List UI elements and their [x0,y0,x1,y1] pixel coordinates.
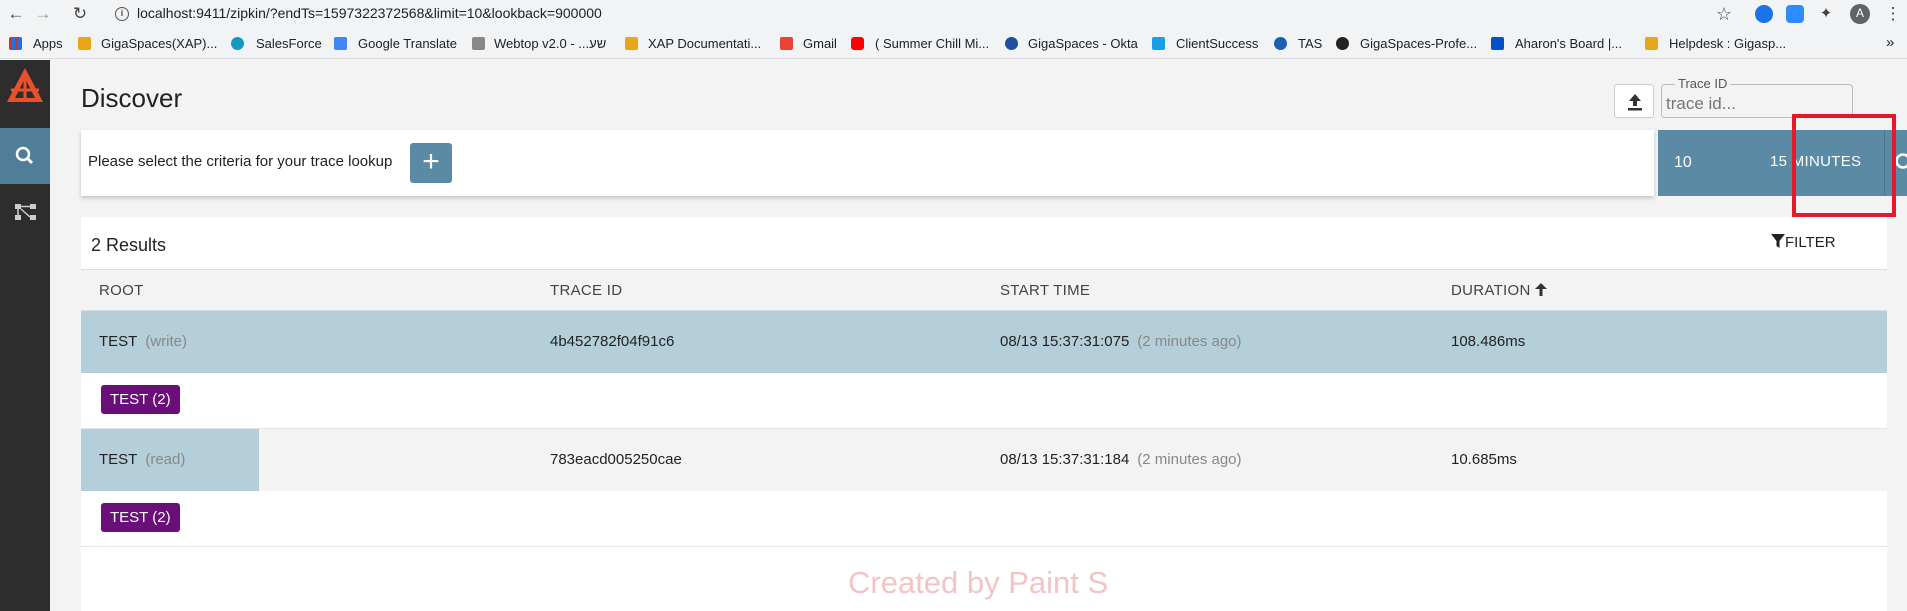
duration-cell: 10.685ms [1451,451,1517,468]
results-panel: 2 Results FILTER ROOT TRACE ID START TIM… [81,217,1887,611]
limit-value[interactable]: 10 [1674,154,1692,172]
forward-icon[interactable]: → [33,4,53,24]
zoom-extension-icon[interactable] [1786,5,1804,23]
info-icon[interactable]: i [115,7,129,21]
gigaspaces-icon [78,37,91,50]
filter-button[interactable]: FILTER [1771,234,1836,251]
webtop-icon [472,37,485,50]
back-icon[interactable]: ← [6,4,26,24]
github-icon [1336,37,1349,50]
bookmark-summer-chill[interactable]: ( Summer Chill Mi... [875,36,989,51]
search-icon [15,146,34,165]
trello-icon [1491,37,1504,50]
bookmark-webtop[interactable]: Webtop v2.0 - ...שע [494,36,606,51]
start-time-cell: 08/13 15:37:31:075 (2 minutes ago) [1000,333,1242,350]
xap-doc-icon [625,37,638,50]
bookmark-xap-documentation[interactable]: XAP Documentati... [648,36,761,51]
browser-toolbar: ← → ↻ i localhost:9411/zipkin/?endTs=159… [0,0,1907,28]
helpdesk-icon [1645,37,1658,50]
column-duration-label: DURATION [1451,282,1531,299]
start-time: 08/13 15:37:31:184 [1000,451,1130,468]
trace-id-label: Trace ID [1675,76,1731,91]
start-time: 08/13 15:37:31:075 [1000,333,1130,350]
star-icon[interactable]: ☆ [1714,4,1734,24]
criteria-bar[interactable]: Please select the criteria for your trac… [81,130,1654,196]
bookmark-tas[interactable]: TAS [1298,36,1322,51]
bookmark-aharons-board[interactable]: Aharon's Board |... [1515,36,1622,51]
root-cell: TEST (read) [99,451,185,468]
youtube-icon [851,37,864,50]
tas-icon [1274,37,1287,50]
bookmark-okta[interactable]: GigaSpaces - Okta [1028,36,1138,51]
service-badge[interactable]: TEST (2) [101,503,180,532]
add-criteria-button[interactable]: + [410,143,452,183]
column-start-time[interactable]: START TIME [1000,282,1090,299]
bookmark-salesforce[interactable]: SalesForce [256,36,322,51]
start-time-ago: (2 minutes ago) [1137,451,1242,468]
duration-cell: 108.486ms [1451,333,1526,350]
clientsuccess-icon [1152,37,1165,50]
reload-icon[interactable]: ↻ [70,4,90,24]
main-content: Discover Trace ID Please select the crit… [50,60,1907,611]
zipkin-logo[interactable] [0,60,50,116]
bookmarks-bar: Apps GigaSpaces(XAP)... SalesForce Googl… [0,28,1907,59]
start-time-cell: 08/13 15:37:31:184 (2 minutes ago) [1000,451,1242,468]
service-badge[interactable]: TEST (2) [101,385,180,414]
bookmark-gigaspaces-profe[interactable]: GigaSpaces-Profe... [1360,36,1477,51]
duration-bar [81,311,1887,373]
bookmark-gmail[interactable]: Gmail [803,36,837,51]
bookmarks-overflow-icon[interactable]: » [1886,34,1894,51]
page-title: Discover [81,83,183,113]
apps-icon [9,37,22,50]
root-cell: TEST (write) [99,333,187,350]
trace-id-input[interactable] [1662,93,1852,115]
bookmark-gigaspaces-xap[interactable]: GigaSpaces(XAP)... [101,36,217,51]
bookmark-helpdesk[interactable]: Helpdesk : Gigasp... [1669,36,1786,51]
trace-id-cell: 783eacd005250cae [550,451,682,468]
trace-id-cell: 4b452782f04f91c6 [550,333,675,350]
dependencies-icon [15,204,36,220]
results-count: 2 Results [91,235,167,255]
google-translate-icon [334,37,347,50]
extension-icon-1[interactable] [1755,5,1773,23]
extensions-icon[interactable]: ✦ [1816,4,1836,24]
criteria-prompt: Please select the criteria for your trac… [88,153,393,170]
okta-icon [1005,37,1018,50]
profile-avatar[interactable]: A [1850,4,1870,24]
service-badges-row: TEST (2) [81,491,1887,547]
menu-icon[interactable]: ⋮ [1883,4,1903,24]
column-root[interactable]: ROOT [99,282,144,299]
table-row[interactable]: TEST (read) 783eacd005250cae 08/13 15:37:… [81,429,1887,491]
upload-button[interactable] [1614,84,1654,118]
bookmark-apps[interactable]: Apps [33,36,63,51]
bookmark-clientsuccess[interactable]: ClientSuccess [1176,36,1258,51]
highlight-box [1792,114,1896,217]
upload-icon [1628,94,1642,111]
root-service: TEST [99,333,138,350]
watermark-text: Created by Paint S [848,565,1109,600]
results-table-header: ROOT TRACE ID START TIME DURATION [81,269,1887,311]
service-badges-row: TEST (2) [81,373,1887,429]
root-service: TEST [99,451,138,468]
sort-up-arrow-icon [1535,283,1548,296]
start-time-ago: (2 minutes ago) [1137,333,1242,350]
column-duration[interactable]: DURATION [1451,282,1548,299]
gmail-icon [780,37,793,50]
salesforce-icon [231,37,244,50]
filter-label: FILTER [1785,234,1836,251]
table-row[interactable]: TEST (write) 4b452782f04f91c6 08/13 15:37… [81,311,1887,373]
sidebar-item-dependencies[interactable] [0,184,50,240]
sidebar [0,60,50,611]
bookmark-google-translate[interactable]: Google Translate [358,36,457,51]
root-span: (read) [145,451,186,468]
url-text[interactable]: localhost:9411/zipkin/?endTs=15973223725… [137,5,602,21]
sidebar-item-discover[interactable] [0,128,50,184]
filter-icon [1771,234,1785,248]
plus-icon: + [422,145,440,178]
column-trace-id[interactable]: TRACE ID [550,282,622,299]
root-span: (write) [145,333,188,350]
